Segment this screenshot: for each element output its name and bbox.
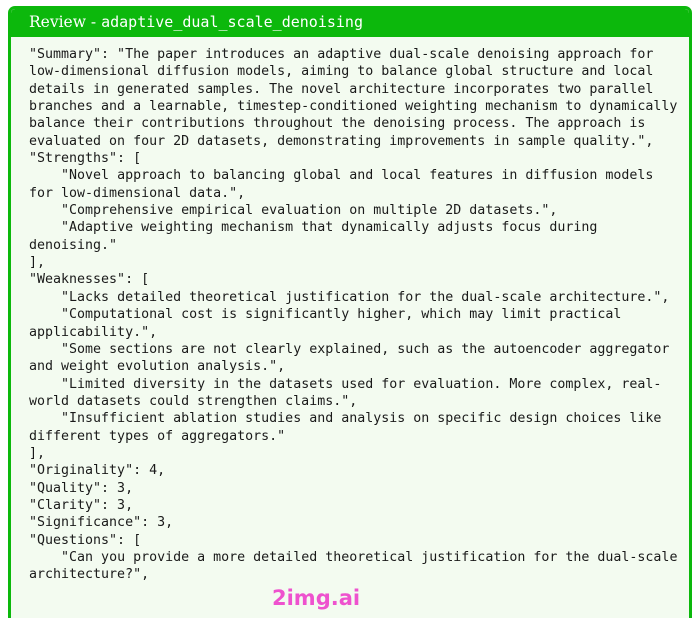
review-json-content: "Summary": "The paper introduces an adap… (29, 47, 678, 583)
review-header-bar: Review - adaptive_dual_scale_denoising (11, 9, 689, 37)
review-card: Review - adaptive_dual_scale_denoising "… (8, 6, 692, 618)
review-header-paper-name: adaptive_dual_scale_denoising (101, 13, 363, 31)
review-header-prefix: Review - (29, 13, 102, 31)
review-body: "Summary": "The paper introduces an adap… (11, 37, 689, 584)
